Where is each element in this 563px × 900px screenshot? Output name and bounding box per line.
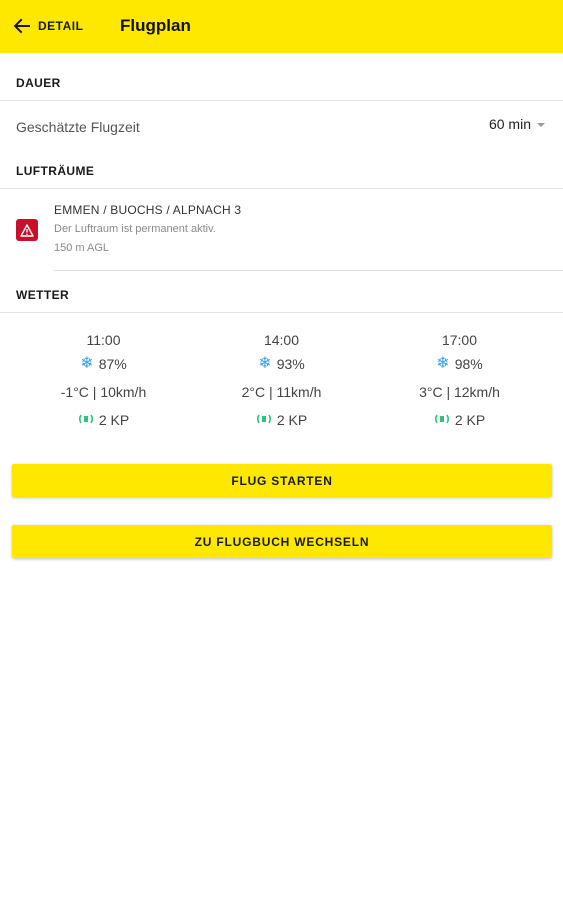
kp-value: 2 KP bbox=[276, 412, 308, 428]
kp-value: 2 KP bbox=[454, 412, 486, 428]
temp-wind-value: -1°C | 10km/h bbox=[60, 384, 147, 400]
snowflake-icon: ❄ bbox=[436, 355, 450, 372]
kp-row: 2 KP bbox=[193, 406, 370, 434]
estimated-flight-time-label: Geschätzte Flugzeit bbox=[16, 119, 140, 135]
section-title-weather: WETTER bbox=[16, 288, 70, 302]
start-flight-button[interactable]: FLUG STARTEN bbox=[12, 464, 552, 497]
humidity-value: 93% bbox=[276, 356, 305, 372]
section-header-weather: WETTER bbox=[0, 265, 563, 313]
temp-wind-value: 2°C | 11km/h bbox=[241, 384, 322, 400]
forecast-time: 17:00 bbox=[441, 332, 478, 348]
weather-forecast: 11:00 ❄ 87% -1°C | 10km/h 2 KP 14:00 ❄ 9… bbox=[0, 322, 563, 442]
warning-icon bbox=[16, 219, 38, 241]
weather-column: 11:00 ❄ 87% -1°C | 10km/h 2 KP bbox=[15, 322, 192, 434]
weather-column: 14:00 ❄ 93% 2°C | 11km/h 2 KP bbox=[193, 322, 370, 434]
switch-to-logbook-button[interactable]: ZU FLUGBUCH WECHSELN bbox=[12, 525, 552, 558]
signal-icon bbox=[78, 406, 94, 434]
section-header-airspaces: LUFTRÄUME bbox=[0, 141, 563, 189]
top-app-bar: DETAIL Flugplan bbox=[0, 0, 563, 53]
humidity-value: 87% bbox=[98, 356, 127, 372]
weather-column: 17:00 ❄ 98% 3°C | 12km/h 2 KP bbox=[371, 322, 548, 434]
snowflake-icon: ❄ bbox=[258, 355, 272, 372]
signal-icon bbox=[256, 406, 272, 434]
signal-icon bbox=[434, 406, 450, 434]
section-header-duration: DAUER bbox=[0, 53, 563, 101]
back-button[interactable]: DETAIL bbox=[12, 11, 83, 41]
forecast-time: 14:00 bbox=[263, 332, 300, 348]
humidity-row: ❄ 98% bbox=[371, 350, 548, 378]
kp-row: 2 KP bbox=[15, 406, 192, 434]
humidity-row: ❄ 93% bbox=[193, 350, 370, 378]
airspace-altitude: 150 m AGL bbox=[54, 242, 110, 254]
humidity-row: ❄ 87% bbox=[15, 350, 192, 378]
section-title-airspaces: LUFTRÄUME bbox=[16, 164, 95, 178]
chevron-down-icon bbox=[537, 123, 545, 127]
forecast-time: 11:00 bbox=[86, 332, 121, 348]
app-screen: DETAIL Flugplan DAUER Geschätzte Flugzei… bbox=[0, 0, 563, 900]
airspace-status: Der Luftraum ist permanent aktiv. bbox=[54, 223, 216, 235]
page-title: Flugplan bbox=[120, 16, 191, 35]
back-label: DETAIL bbox=[38, 19, 84, 33]
flight-time-dropdown[interactable]: 60 min bbox=[489, 116, 545, 132]
flight-time-value: 60 min bbox=[488, 116, 531, 132]
airspace-name: EMMEN / BUOCHS / ALPNACH 3 bbox=[54, 203, 242, 217]
airspace-list-item[interactable]: EMMEN / BUOCHS / ALPNACH 3 Der Luftraum … bbox=[0, 190, 563, 270]
humidity-value: 98% bbox=[454, 356, 483, 372]
arrow-back-icon bbox=[12, 16, 32, 36]
temp-wind-value: 3°C | 12km/h bbox=[419, 384, 500, 400]
snowflake-icon: ❄ bbox=[80, 355, 94, 372]
section-title-duration: DAUER bbox=[16, 76, 61, 90]
kp-row: 2 KP bbox=[371, 406, 548, 434]
kp-value: 2 KP bbox=[98, 412, 130, 428]
